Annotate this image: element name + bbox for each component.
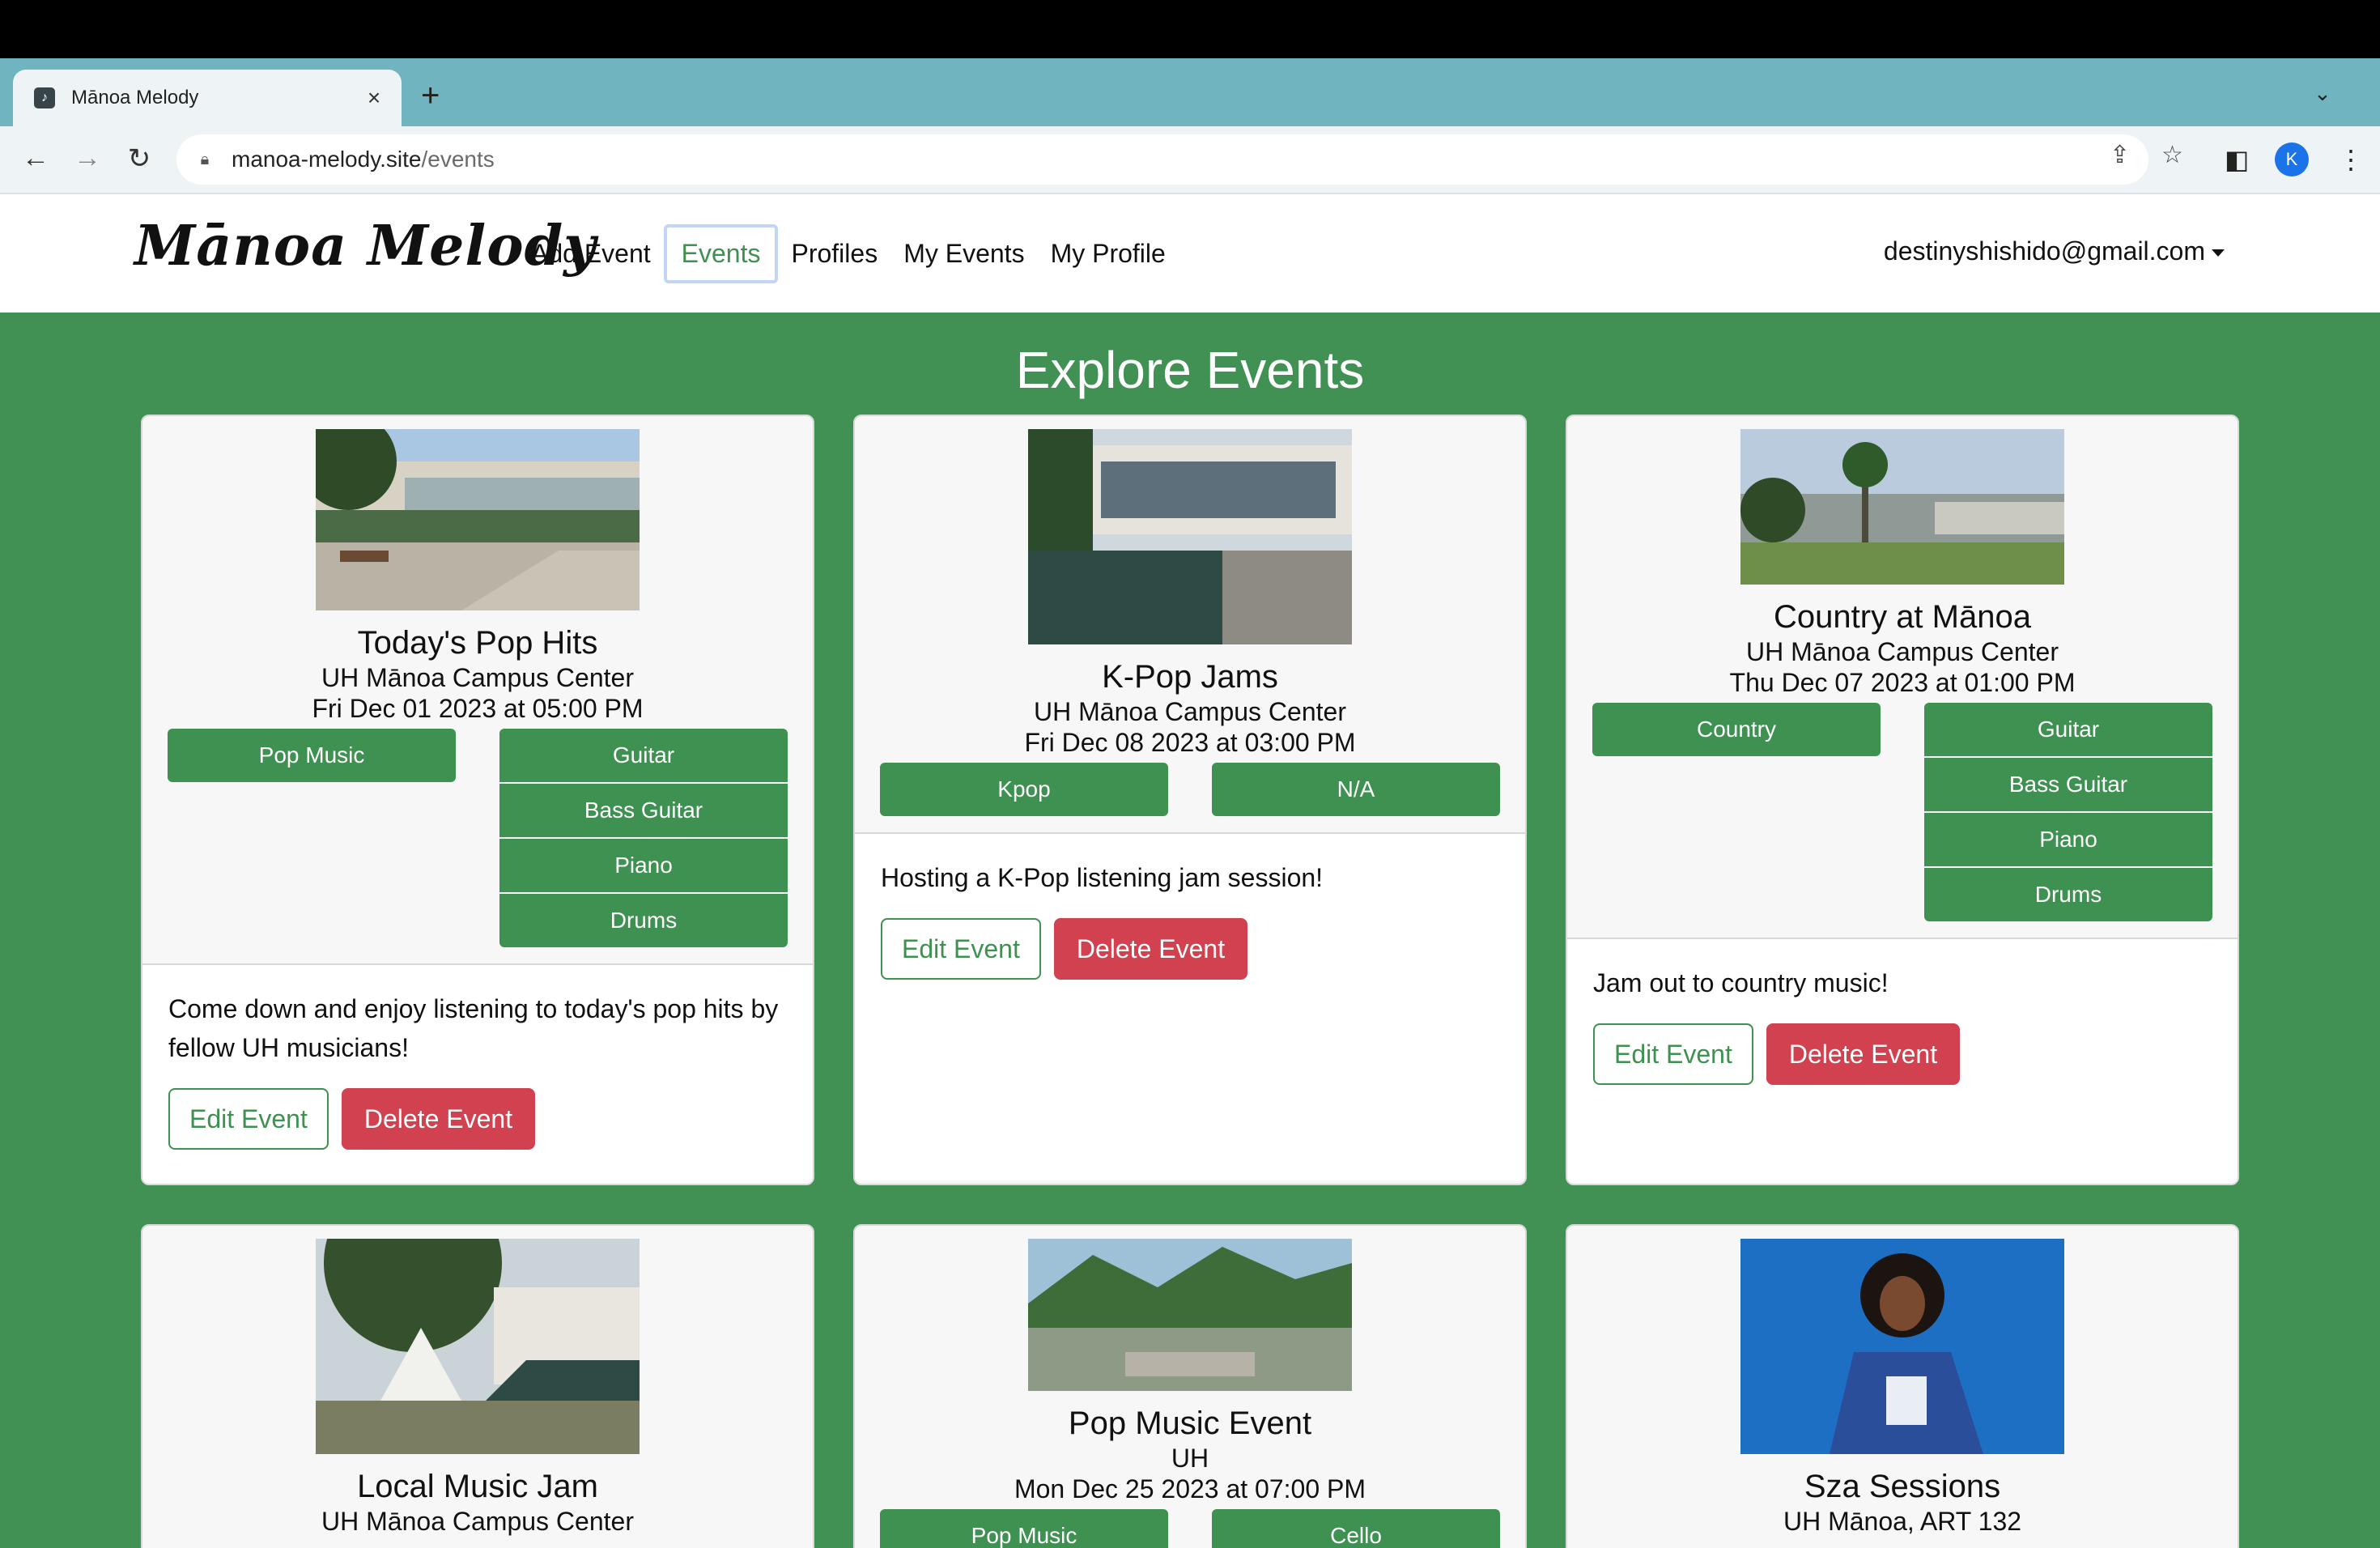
event-card: Pop Music Event UH Mon Dec 25 2023 at 07… [853, 1224, 1527, 1548]
nav-profiles[interactable]: Profiles [778, 228, 890, 280]
instrument-tag: Bass Guitar [1924, 758, 2212, 811]
event-title: Country at Mānoa [1774, 599, 2031, 635]
profile-avatar[interactable]: K [2275, 142, 2309, 176]
instrument-tag: Drums [1924, 868, 2212, 921]
events-page: Explore Events Today's Pop Hits UH Mānoa… [0, 313, 2380, 1548]
nav-my-profile[interactable]: My Profile [1038, 228, 1179, 280]
event-image-campus-center-stairs [1028, 429, 1352, 644]
event-title: Local Music Jam [357, 1469, 598, 1504]
genre-tag: Kpop [880, 763, 1168, 816]
browser-tab[interactable]: ♪ Mānoa Melody × [13, 70, 402, 126]
kebab-menu-icon[interactable]: ⋮ [2338, 144, 2364, 175]
nav-events[interactable]: Events [663, 223, 779, 283]
tab-title: Mānoa Melody [71, 87, 199, 108]
event-description: Hosting a K-Pop listening jam session! [881, 863, 1324, 892]
browser-toolbar: ← → ↻ 🔒︎ manoa-melody.site/events ⇪ ☆ ◧ … [0, 126, 2380, 194]
event-location: UH Mānoa Campus Center [1034, 697, 1346, 726]
event-image-campus-center-plaza [316, 429, 640, 610]
event-card: Country at Mānoa UH Mānoa Campus Center … [1566, 415, 2239, 1185]
event-description: Jam out to country music! [1593, 968, 1889, 997]
edit-event-button[interactable]: Edit Event [1593, 1023, 1753, 1085]
event-title: K-Pop Jams [1102, 659, 1278, 695]
page-title: Explore Events [1015, 341, 1365, 399]
event-date: Fri Dec 01 2023 at 05:00 PM [312, 694, 644, 723]
event-image-campus-center-tent [316, 1239, 640, 1454]
edit-event-button[interactable]: Edit Event [881, 918, 1041, 980]
tab-search-chevron-icon[interactable]: ⌄ [2314, 81, 2331, 106]
close-tab-icon[interactable]: × [358, 85, 390, 111]
instrument-tag: Piano [1924, 813, 2212, 866]
user-email: destinyshishido@gmail.com [1883, 236, 2205, 266]
event-location: UH Mānoa Campus Center [321, 663, 634, 692]
event-card: Local Music Jam UH Mānoa Campus Center [141, 1224, 814, 1548]
event-location: UH [1171, 1444, 1209, 1473]
event-location: UH Mānoa, ART 132 [1783, 1507, 2022, 1536]
event-date: Thu Dec 07 2023 at 01:00 PM [1729, 668, 2076, 697]
event-date: Fri Dec 08 2023 at 03:00 PM [1024, 728, 1356, 757]
forward-arrow-icon[interactable]: → [70, 142, 105, 174]
event-image-singer-on-stage [1740, 1239, 2064, 1454]
caret-down-icon [2212, 249, 2225, 257]
nav-add-event[interactable]: Add Event [518, 228, 664, 280]
event-image-campus-lawn-palms [1740, 429, 2064, 585]
genre-tag: Pop Music [880, 1509, 1168, 1548]
event-location: UH Mānoa Campus Center [321, 1507, 634, 1536]
instrument-tag: Guitar [1924, 703, 2212, 756]
new-tab-button[interactable]: + [421, 78, 440, 114]
share-icon[interactable]: ⇪ [2110, 141, 2130, 169]
delete-event-button[interactable]: Delete Event [1766, 1023, 1961, 1085]
event-card: K-Pop Jams UH Mānoa Campus Center Fri De… [853, 415, 1527, 1185]
event-image-manoa-valley-aerial [1028, 1239, 1352, 1391]
genre-tag: Pop Music [168, 729, 456, 782]
side-panel-icon[interactable]: ◧ [2225, 144, 2249, 175]
edit-event-button[interactable]: Edit Event [168, 1088, 329, 1150]
delete-event-button[interactable]: Delete Event [1053, 918, 1248, 980]
event-title: Sza Sessions [1804, 1469, 2001, 1504]
genre-tag: Country [1592, 703, 1881, 756]
back-arrow-icon[interactable]: ← [18, 142, 53, 174]
site-navbar: Mānoa Melody Add Event Events Profiles M… [0, 194, 2380, 313]
event-date: Mon Dec 25 2023 at 07:00 PM [1014, 1474, 1366, 1503]
event-card: Sza Sessions UH Mānoa, ART 132 [1566, 1224, 2239, 1548]
event-title: Today's Pop Hits [357, 625, 598, 661]
bookmark-star-icon[interactable]: ☆ [2161, 141, 2183, 169]
instrument-tag: Bass Guitar [499, 784, 788, 837]
instrument-tag: Cello [1212, 1509, 1500, 1548]
instrument-tag: N/A [1212, 763, 1500, 816]
lock-icon[interactable]: 🔒︎ [194, 151, 215, 169]
system-menu-bar [0, 0, 2380, 58]
event-card: Today's Pop Hits UH Mānoa Campus Center … [141, 415, 814, 1185]
address-bar[interactable]: 🔒︎ manoa-melody.site/events [176, 134, 2148, 185]
instrument-tag: Guitar [499, 729, 788, 782]
nav-my-events[interactable]: My Events [890, 228, 1037, 280]
instrument-tag: Drums [499, 894, 788, 947]
instrument-tag: Piano [499, 839, 788, 892]
event-description: Come down and enjoy listening to today's… [168, 994, 779, 1062]
delete-event-button[interactable]: Delete Event [341, 1088, 536, 1150]
tab-strip: ♪ Mānoa Melody × [0, 58, 2380, 126]
reload-icon[interactable]: ↻ [121, 142, 157, 175]
user-dropdown[interactable]: destinyshishido@gmail.com [1884, 236, 2225, 266]
nav-links: Add Event Events Profiles My Events My P… [518, 194, 1179, 313]
url-text: manoa-melody.site/events [232, 147, 495, 172]
event-location: UH Mānoa Campus Center [1746, 637, 2059, 666]
site-favicon-icon: ♪ [34, 87, 55, 108]
event-title: Pop Music Event [1068, 1406, 1312, 1441]
